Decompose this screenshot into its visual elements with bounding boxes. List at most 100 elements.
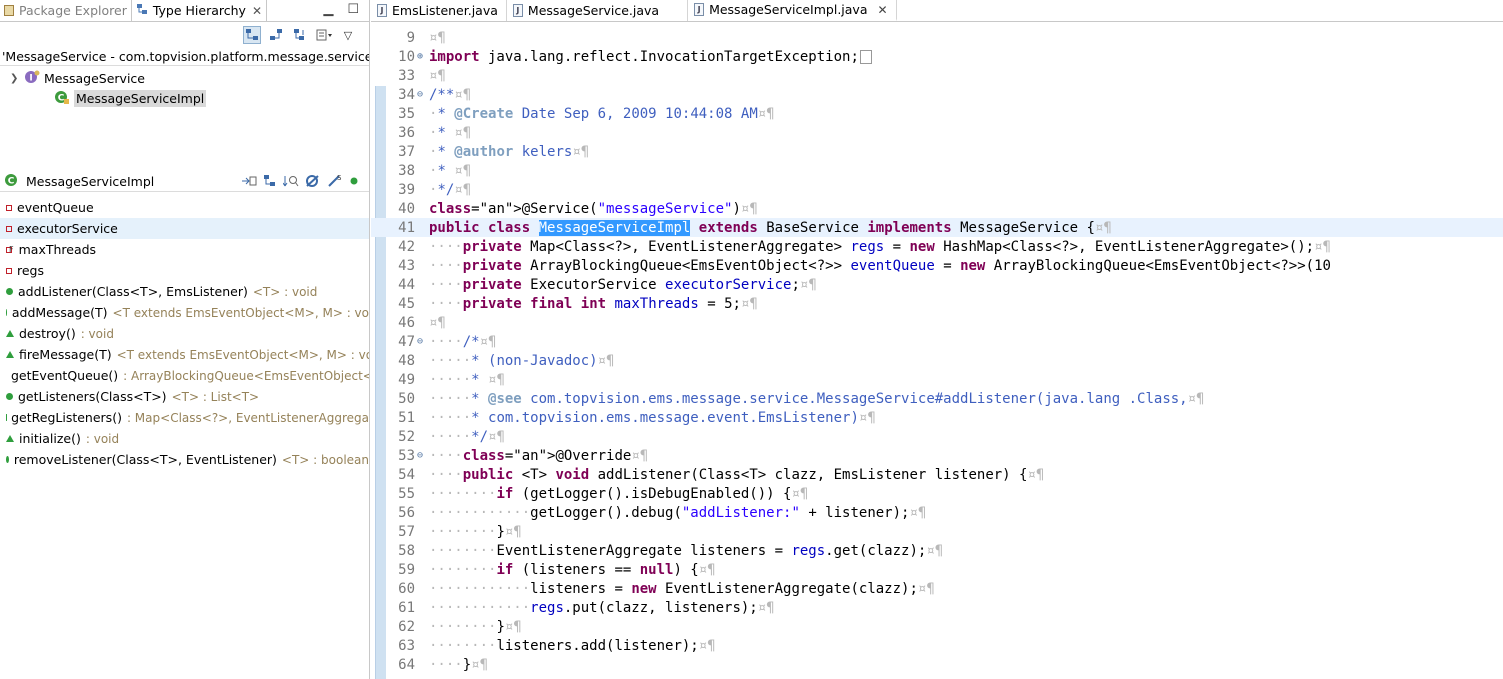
expand-fold-icon[interactable]: ⊕ xyxy=(417,51,429,62)
code-line[interactable]: 41 public class MessageServiceImpl extend… xyxy=(371,218,1503,237)
code-text: ········if (getLogger().isDebugEnabled()… xyxy=(429,485,809,502)
list-item[interactable]: getRegListeners(): Map<Class<?>, EventLi… xyxy=(0,407,369,428)
list-item[interactable]: getEventQueue(): ArrayBlockingQueue<EmsE… xyxy=(0,365,369,386)
history-dropdown-button[interactable] xyxy=(315,26,333,44)
members-list: eventQueue executorService FmaxThreads r… xyxy=(0,197,369,470)
code-line[interactable]: 54 ····public <T> void addListener(Class<… xyxy=(371,465,1503,484)
view-menu-chevron-icon[interactable]: ▽ xyxy=(339,26,357,44)
show-subtype-hierarchy-button[interactable] xyxy=(291,26,309,44)
line-number: 60 xyxy=(398,580,415,597)
list-item[interactable]: eventQueue xyxy=(0,197,369,218)
tab-label: Package Explorer xyxy=(19,3,127,18)
hide-non-public-icon[interactable] xyxy=(349,174,359,191)
lock-view-icon[interactable] xyxy=(241,174,257,191)
code-text: ¤¶ xyxy=(429,29,446,46)
code-line[interactable]: 64 ····}¤¶ xyxy=(371,655,1503,674)
collapse-fold-icon[interactable]: ⊖ xyxy=(417,89,429,100)
tab-emslistener[interactable]: J EmsListener.java xyxy=(371,0,507,21)
line-number: 52 xyxy=(398,428,415,445)
code-line[interactable]: 42 ····private Map<Class<?>, EventListene… xyxy=(371,237,1503,256)
code-line[interactable]: 63 ········listeners.add(listener);¤¶ xyxy=(371,636,1503,655)
code-line[interactable]: 59 ········if (listeners == null) {¤¶ xyxy=(371,560,1503,579)
line-number: 44 xyxy=(398,276,415,293)
line-number: 34 xyxy=(398,86,415,103)
code-line[interactable]: 47 ⊖ ····/*¤¶ xyxy=(371,332,1503,351)
tree-item-interface[interactable]: ❯ I MessageService xyxy=(0,68,369,88)
code-line[interactable]: 40 class="an">@Service("messageService")¤… xyxy=(371,199,1503,218)
code-area[interactable]: 9 ¤¶ 10 ⊕ import java.lang.reflect.Invocatio… xyxy=(371,28,1503,674)
code-line[interactable]: 53 ⊖ ····class="an">@Override¤¶ xyxy=(371,446,1503,465)
code-line[interactable]: 45 ····private final int maxThreads = 5;¤… xyxy=(371,294,1503,313)
code-line[interactable]: 49 ·····* ¤¶ xyxy=(371,370,1503,389)
hierarchy-toolbar: ▽ xyxy=(0,22,369,48)
code-line[interactable]: 33 ¤¶ xyxy=(371,66,1503,85)
hide-static-icon[interactable]: S xyxy=(327,174,343,191)
show-inherited-members-icon[interactable] xyxy=(263,174,277,191)
code-line[interactable]: 37 ·* @author kelers¤¶ xyxy=(371,142,1503,161)
collapse-fold-icon[interactable]: ⊖ xyxy=(417,450,429,461)
line-number: 39 xyxy=(398,181,415,198)
code-text: ·····* (non-Javadoc)¤¶ xyxy=(429,352,615,369)
line-number: 62 xyxy=(398,618,415,635)
code-line[interactable]: 60 ············listeners = new EventListe… xyxy=(371,579,1503,598)
code-line[interactable]: 9 ¤¶ xyxy=(371,28,1503,47)
list-item[interactable]: removeListener(Class<T>, EventListener) <… xyxy=(0,449,369,470)
code-line[interactable]: 44 ····private ExecutorService executorSe… xyxy=(371,275,1503,294)
list-item[interactable]: FmaxThreads xyxy=(0,239,369,260)
code-line[interactable]: 43 ····private ArrayBlockingQueue<EmsEven… xyxy=(371,256,1503,275)
code-text: ····}¤¶ xyxy=(429,656,489,673)
code-line[interactable]: 10 ⊕ import java.lang.reflect.InvocationTa… xyxy=(371,47,1503,66)
list-item[interactable]: initialize(): void xyxy=(0,428,369,449)
code-line[interactable]: 35 ·* @Create Date Sep 6, 2009 10:44:08 A… xyxy=(371,104,1503,123)
code-text: ·* ¤¶ xyxy=(429,162,472,179)
list-item[interactable]: executorService xyxy=(0,218,369,239)
code-line[interactable]: 56 ············getLogger().debug("addList… xyxy=(371,503,1503,522)
code-line[interactable]: 48 ·····* (non-Javadoc)¤¶ xyxy=(371,351,1503,370)
code-line[interactable]: 34 ⊖/**¤¶ xyxy=(371,85,1503,104)
tree-item-class[interactable]: C MessageServiceImpl xyxy=(0,88,369,108)
line-number: 58 xyxy=(398,542,415,559)
maximize-icon[interactable]: ☐ xyxy=(347,2,359,17)
folded-block-icon[interactable] xyxy=(859,49,872,64)
code-text: ·····* ¤¶ xyxy=(429,371,505,388)
list-item[interactable]: addMessage(T) <T extends EmsEventObject<M… xyxy=(0,302,369,323)
hide-fields-icon[interactable] xyxy=(305,174,321,191)
code-line[interactable]: 57 ········}¤¶ xyxy=(371,522,1503,541)
sort-members-icon[interactable] xyxy=(282,174,299,191)
code-text: ········EventListenerAggregate listeners… xyxy=(429,542,944,559)
class-icon: C xyxy=(4,173,18,190)
tab-label: EmsListener.java xyxy=(392,3,498,18)
tab-messageservice[interactable]: J MessageService.java xyxy=(507,0,689,21)
tab-type-hierarchy[interactable]: Type Hierarchy ✕ xyxy=(130,0,268,21)
expand-chevron-icon[interactable]: ❯ xyxy=(10,73,24,84)
code-line[interactable]: 55 ········if (getLogger().isDebugEnabled… xyxy=(371,484,1503,503)
show-supertype-hierarchy-button[interactable] xyxy=(267,26,285,44)
list-item[interactable]: regs xyxy=(0,260,369,281)
show-type-hierarchy-button[interactable] xyxy=(243,26,261,44)
line-number: 55 xyxy=(398,485,415,502)
list-item[interactable]: fireMessage(T) <T extends EmsEventObject<… xyxy=(0,344,369,365)
close-icon[interactable]: ✕ xyxy=(252,4,262,18)
code-line[interactable]: 61 ············regs.put(clazz, listeners)… xyxy=(371,598,1503,617)
code-text: ····public <T> void addListener(Class<T>… xyxy=(429,466,1045,483)
list-item[interactable]: destroy(): void xyxy=(0,323,369,344)
code-line[interactable]: 51 ·····* com.topvision.ems.message.event… xyxy=(371,408,1503,427)
code-line[interactable]: 39 ·*/¤¶ xyxy=(371,180,1503,199)
code-line[interactable]: 38 ·* ¤¶ xyxy=(371,161,1503,180)
code-line[interactable]: 50 ·····* @see com.topvision.ems.message.… xyxy=(371,389,1503,408)
code-line[interactable]: 52 ·····*/¤¶ xyxy=(371,427,1503,446)
collapse-fold-icon[interactable]: ⊖ xyxy=(417,336,429,347)
code-line[interactable]: 58 ········EventListenerAggregate listene… xyxy=(371,541,1503,560)
line-number: 36 xyxy=(398,124,415,141)
code-line[interactable]: 62 ········}¤¶ xyxy=(371,617,1503,636)
tab-messageserviceimpl[interactable]: J MessageServiceImpl.java ✕ xyxy=(688,0,897,21)
list-item[interactable]: addListener(Class<T>, EmsListener) <T> : … xyxy=(0,281,369,302)
list-item[interactable]: getListeners(Class<T>) <T> : List<T> xyxy=(0,386,369,407)
minimize-icon[interactable]: ▁ xyxy=(323,2,333,17)
code-line[interactable]: 46 ¤¶ xyxy=(371,313,1503,332)
line-number: 42 xyxy=(398,238,415,255)
code-line[interactable]: 36 ·* ¤¶ xyxy=(371,123,1503,142)
close-icon[interactable]: ✕ xyxy=(877,3,887,17)
tab-package-explorer[interactable]: Package Explorer xyxy=(0,0,131,21)
code-text: ············getLogger().debug("addListen… xyxy=(429,504,927,521)
